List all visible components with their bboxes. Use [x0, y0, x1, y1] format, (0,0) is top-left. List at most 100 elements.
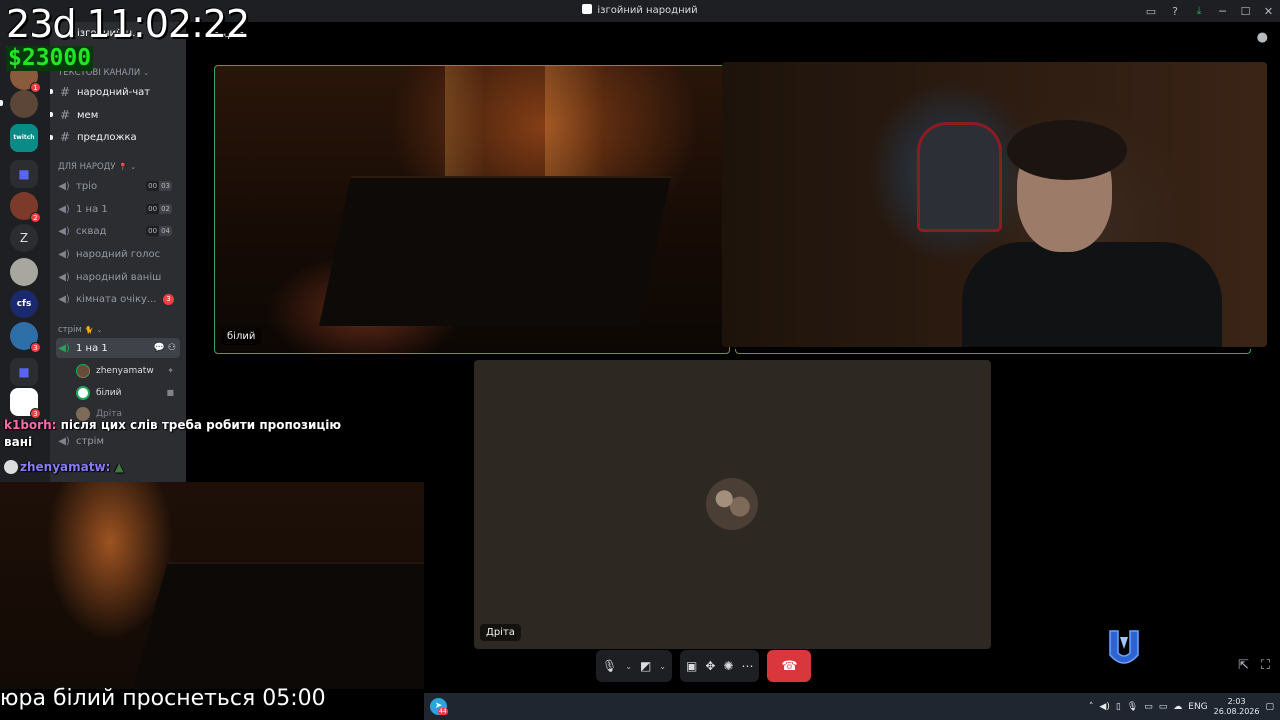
- soundboard-icon[interactable]: ✺: [723, 659, 733, 673]
- server-letter-icon[interactable]: Z: [10, 224, 38, 252]
- chat-and-invite-icons[interactable]: 💬 ⚇: [154, 343, 176, 353]
- speaker-icon: ◀): [58, 435, 70, 447]
- microphone-icon[interactable]: 🎙: [602, 659, 617, 673]
- phone-hangup-icon: ☎: [781, 658, 798, 674]
- server-icon[interactable]: [10, 258, 38, 286]
- video-tile-drita[interactable]: Дріта: [474, 360, 991, 649]
- clock[interactable]: 2:03 26.08.2026: [1214, 697, 1260, 717]
- avatar: [76, 364, 90, 378]
- person-hair: [1007, 120, 1127, 180]
- chevron-down-icon[interactable]: ⌄: [625, 662, 632, 671]
- folder-icon[interactable]: ■: [10, 358, 38, 386]
- unread-marker: [50, 89, 53, 94]
- twitch-server-icon[interactable]: twitch: [10, 124, 38, 152]
- voice-channel-skvad[interactable]: ◀) сквад 00 04: [56, 221, 180, 241]
- member-zhenyamatw[interactable]: zhenyamatw ✦: [76, 361, 180, 381]
- server-icon[interactable]: 3: [10, 322, 41, 353]
- cat-icon: 🐈: [84, 326, 94, 334]
- video-icon: ■: [166, 388, 174, 397]
- activities-icon[interactable]: ✥: [705, 659, 715, 673]
- bed-shape: [319, 176, 671, 326]
- cloud-icon[interactable]: ☁: [1173, 702, 1182, 712]
- user-limit: 00 03: [146, 181, 172, 191]
- pin-icon: 📍: [118, 163, 128, 171]
- avatar: [706, 478, 758, 530]
- speaker-icon: ◀): [58, 180, 70, 192]
- mic-control[interactable]: 🎙 ⌄ ◩ ⌄: [596, 650, 672, 682]
- emote-icon: ▲: [114, 460, 124, 474]
- channel-mem[interactable]: # мем: [56, 105, 180, 125]
- video-tile-webcam[interactable]: [722, 62, 1267, 347]
- help-icon[interactable]: ?: [1163, 0, 1187, 22]
- video-tile-biliy[interactable]: білий: [214, 65, 730, 354]
- notifications-icon[interactable]: ▢: [1265, 702, 1274, 712]
- server-rail: 1 twitch ■ 2 Z cfs 3 ■ 3: [0, 22, 50, 482]
- bed-shape: [132, 562, 424, 689]
- chevron-down-icon: ⌄: [96, 326, 103, 334]
- speaker-icon: ◀): [58, 248, 70, 260]
- display-icon[interactable]: ▭: [1159, 702, 1168, 712]
- server-icon[interactable]: 3: [10, 388, 41, 419]
- voice-channel-narodniy-vanish[interactable]: ◀) народний ваніш: [56, 267, 180, 287]
- chevron-down-icon: ⌄: [130, 163, 137, 171]
- chevron-up-icon[interactable]: ˄: [1089, 702, 1094, 712]
- member-biliy[interactable]: білий ■: [76, 383, 180, 403]
- server-icon[interactable]: 2: [10, 192, 41, 223]
- chat-message: вані: [4, 435, 33, 449]
- fullscreen-icon[interactable]: ⛶: [1261, 658, 1270, 673]
- voice-channel-stream[interactable]: ◀) стрім: [56, 431, 180, 451]
- voice-channel-waiting-room[interactable]: ◀) кімната очіку... 3: [56, 289, 180, 309]
- language-indicator[interactable]: ENG: [1188, 702, 1207, 712]
- voice-channel-1na1[interactable]: ◀) 1 на 1 00 02: [56, 199, 180, 219]
- chevron-down-icon: ⌄: [143, 69, 150, 77]
- cfs-server-icon[interactable]: cfs: [10, 290, 38, 318]
- windows-taskbar: ➤ 44 ˄ ◀) ▯ 🎙 ▭ ▭ ☁ ENG 2:03 26.08.2026 ▢: [424, 693, 1280, 720]
- network-icon[interactable]: ▭: [1144, 702, 1153, 712]
- unread-pill: [0, 100, 3, 106]
- popout-icon[interactable]: ⇱: [1238, 658, 1249, 673]
- channel-predlozhka[interactable]: # предложка: [56, 127, 180, 147]
- activity-control[interactable]: ▣ ✥ ✺ ⋯: [679, 650, 760, 682]
- volume-icon[interactable]: ◀): [1099, 702, 1109, 712]
- camera-off-icon[interactable]: ◩: [640, 659, 651, 673]
- inbox-icon[interactable]: ▭: [1139, 0, 1163, 22]
- unread-marker: [50, 135, 53, 140]
- download-icon[interactable]: ⤓: [1187, 0, 1211, 22]
- voice-channel-stream-1na1[interactable]: ◀) 1 на 1 💬 ⚇: [56, 338, 180, 358]
- category-voice[interactable]: ДЛЯ НАРОДУ 📍 ⌄: [58, 162, 136, 172]
- hash-icon: #: [59, 85, 71, 99]
- telegram-badge: 44: [438, 708, 448, 715]
- speaker-icon: ◀): [58, 342, 70, 354]
- device-icon[interactable]: ▯: [1116, 702, 1121, 712]
- chat-message: zhenyamatw: ▲: [4, 460, 124, 474]
- speaking-outline: [735, 349, 1251, 354]
- user-limit: 00 02: [146, 204, 172, 214]
- speaker-icon: ◀): [58, 225, 70, 237]
- participant-name: Дріта: [480, 624, 521, 641]
- channel-narodniy-chat[interactable]: # народний-чат: [56, 82, 180, 102]
- chat-bubble-icon[interactable]: ●: [1257, 30, 1268, 45]
- chevron-down-icon[interactable]: ⌄: [659, 662, 666, 671]
- server-icon[interactable]: [10, 90, 38, 118]
- user-limit: 00 04: [146, 226, 172, 236]
- speaker-icon: ◀): [58, 271, 70, 283]
- avatar: [76, 386, 90, 400]
- stream-timer: 23d 11:02:22: [6, 2, 250, 46]
- category-stream[interactable]: стрім 🐈 ⌄: [58, 325, 102, 335]
- disconnect-button[interactable]: ☎: [767, 650, 812, 682]
- folder-icon[interactable]: ■: [10, 160, 38, 188]
- screen-share-icon[interactable]: ▣: [686, 659, 697, 673]
- maximize-button[interactable]: ☐: [1234, 0, 1257, 22]
- close-button[interactable]: ✕: [1257, 0, 1280, 22]
- microphone-icon[interactable]: 🎙: [1127, 702, 1138, 712]
- voice-channel-narodniy-golos[interactable]: ◀) народний голос: [56, 244, 180, 264]
- channel-sidebar: ізгойний н... ТЕКСТОВІ КАНАЛИ ⌄ # народний…: [50, 22, 186, 482]
- voice-channel-trio[interactable]: ◀) тріо 00 03: [56, 176, 180, 196]
- minimize-button[interactable]: ─: [1211, 0, 1234, 22]
- chat-message: k1borh: після цих слів треба робити проп…: [4, 418, 342, 432]
- hash-icon: #: [59, 130, 71, 144]
- unread-marker: [50, 112, 53, 117]
- more-icon[interactable]: ⋯: [741, 659, 753, 673]
- participant-name: білий: [221, 328, 262, 345]
- donation-counter: $23000: [6, 45, 94, 71]
